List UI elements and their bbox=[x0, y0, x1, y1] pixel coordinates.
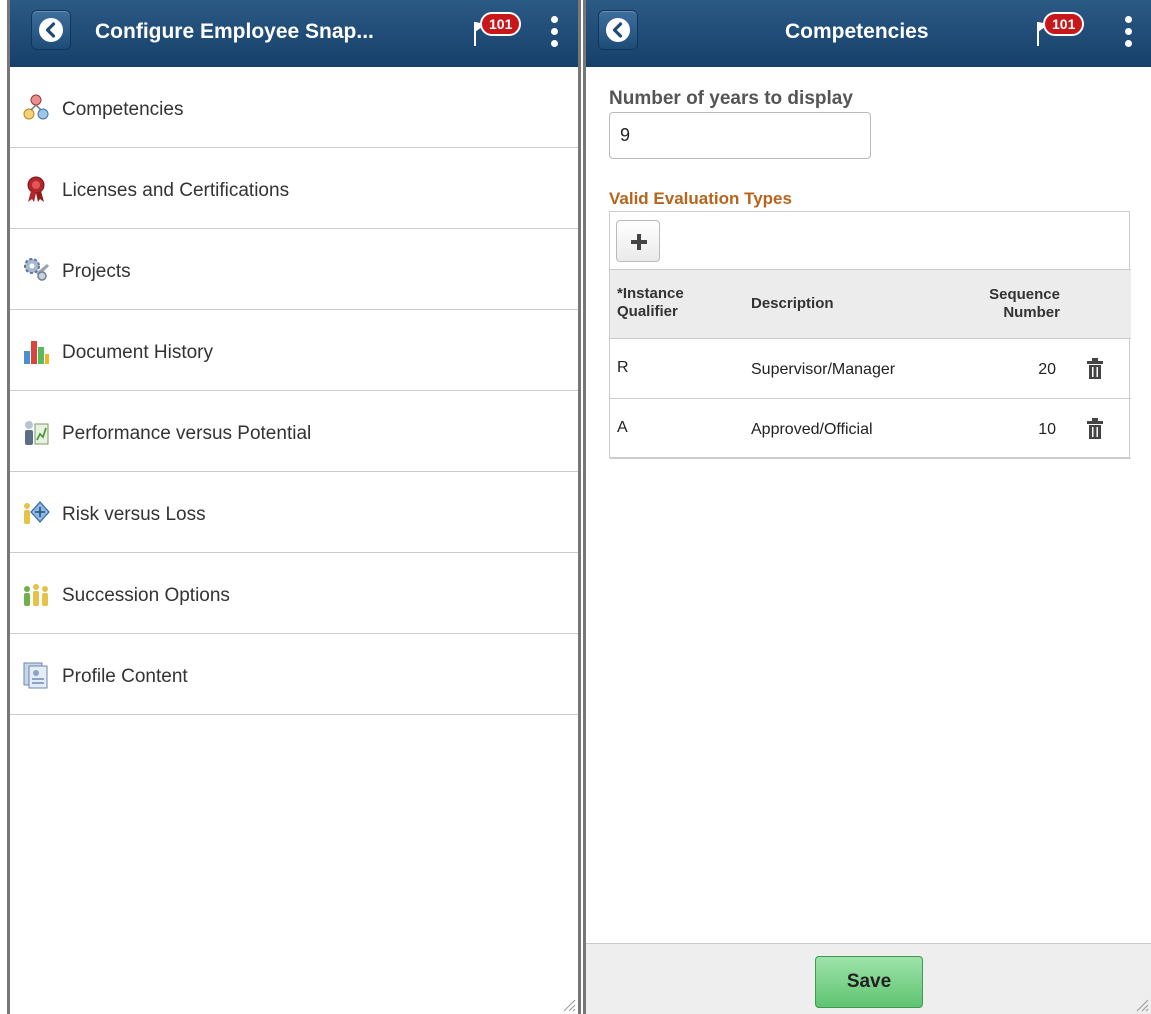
back-button[interactable] bbox=[598, 10, 638, 50]
resize-grip-icon[interactable] bbox=[562, 998, 576, 1012]
profile-content-icon bbox=[23, 662, 48, 689]
delete-row-trash-icon[interactable] bbox=[1086, 358, 1104, 380]
column-header-instance-qualifier: *Instance Qualifier bbox=[617, 285, 684, 320]
competencies-panel: Competencies 101 Number of years to disp… bbox=[583, 0, 1151, 1014]
competencies-icon bbox=[23, 94, 49, 120]
menu-item-label: Competencies bbox=[62, 99, 184, 120]
notification-count-badge: 101 bbox=[1043, 12, 1085, 36]
column-header-sequence-number: Sequence Number bbox=[989, 286, 1060, 321]
menu-item-label: Document History bbox=[62, 342, 213, 363]
cell-description: Approved/Official bbox=[751, 421, 873, 438]
menu-item-projects[interactable]: Projects bbox=[10, 229, 578, 310]
years-to-display-label: Number of years to display bbox=[609, 88, 853, 109]
add-row-button[interactable] bbox=[616, 220, 660, 262]
notifications-button[interactable]: 101 bbox=[466, 12, 526, 48]
notifications-button[interactable]: 101 bbox=[1029, 12, 1089, 48]
column-header-description: Description bbox=[751, 295, 834, 312]
resize-grip-icon[interactable] bbox=[1135, 998, 1149, 1012]
back-arrow-icon bbox=[39, 18, 63, 42]
menu-item-document-history[interactable]: Document History bbox=[10, 310, 578, 391]
footer-bar: Save bbox=[586, 943, 1151, 1014]
years-to-display-input[interactable] bbox=[609, 112, 871, 159]
menu-item-competencies[interactable]: Competencies bbox=[10, 67, 578, 148]
menu-item-label: Risk versus Loss bbox=[62, 504, 206, 525]
certification-ribbon-icon bbox=[27, 176, 45, 202]
valid-evaluation-types-label: Valid Evaluation Types bbox=[609, 189, 792, 208]
notification-count-badge: 101 bbox=[480, 12, 522, 36]
bar-chart-icon bbox=[24, 341, 49, 364]
table-row: R Supervisor/Manager 20 bbox=[610, 339, 1131, 399]
performance-potential-icon bbox=[25, 421, 49, 445]
grid-header-row: *Instance Qualifier Description Sequence… bbox=[610, 269, 1131, 339]
delete-row-trash-icon[interactable] bbox=[1086, 418, 1104, 440]
menu-item-label: Projects bbox=[62, 261, 131, 282]
menu-item-performance-potential[interactable]: Performance versus Potential bbox=[10, 391, 578, 472]
cell-sequence: 20 bbox=[1038, 361, 1056, 378]
menu-item-licenses-certifications[interactable]: Licenses and Certifications bbox=[10, 148, 578, 229]
evaluation-types-grid: *Instance Qualifier Description Sequence… bbox=[609, 211, 1131, 459]
actions-menu-icon[interactable] bbox=[1123, 16, 1133, 52]
menu-item-label: Performance versus Potential bbox=[62, 423, 312, 444]
menu-item-profile-content[interactable]: Profile Content bbox=[10, 634, 578, 715]
page-title: Competencies bbox=[785, 20, 929, 43]
back-arrow-icon bbox=[606, 18, 630, 42]
back-button[interactable] bbox=[31, 10, 71, 50]
cell-sequence: 10 bbox=[1038, 421, 1056, 438]
configure-employee-snapshot-panel: Configure Employee Snap... 101 Competenc… bbox=[7, 0, 581, 1014]
actions-menu-icon[interactable] bbox=[549, 16, 559, 52]
plus-icon bbox=[631, 234, 647, 250]
page-title: Configure Employee Snap... bbox=[95, 20, 374, 43]
menu-item-label: Licenses and Certifications bbox=[62, 180, 290, 201]
snapshot-menu-list: Competencies Licenses and Certifications… bbox=[10, 67, 578, 715]
projects-gears-icon bbox=[24, 258, 49, 281]
table-row: A Approved/Official 10 bbox=[610, 399, 1131, 459]
right-header-bar: Competencies 101 bbox=[586, 0, 1151, 67]
menu-item-succession-options[interactable]: Succession Options bbox=[10, 553, 578, 634]
menu-item-risk-loss[interactable]: Risk versus Loss bbox=[10, 472, 578, 553]
risk-loss-icon bbox=[24, 501, 50, 524]
cell-qualifier: R bbox=[617, 359, 629, 376]
left-header-bar: Configure Employee Snap... 101 bbox=[10, 0, 578, 67]
menu-item-label: Profile Content bbox=[62, 666, 188, 687]
succession-people-icon bbox=[24, 584, 48, 606]
save-button[interactable]: Save bbox=[815, 956, 923, 1008]
cell-description: Supervisor/Manager bbox=[751, 361, 896, 378]
cell-qualifier: A bbox=[617, 419, 628, 436]
menu-item-label: Succession Options bbox=[62, 585, 230, 606]
